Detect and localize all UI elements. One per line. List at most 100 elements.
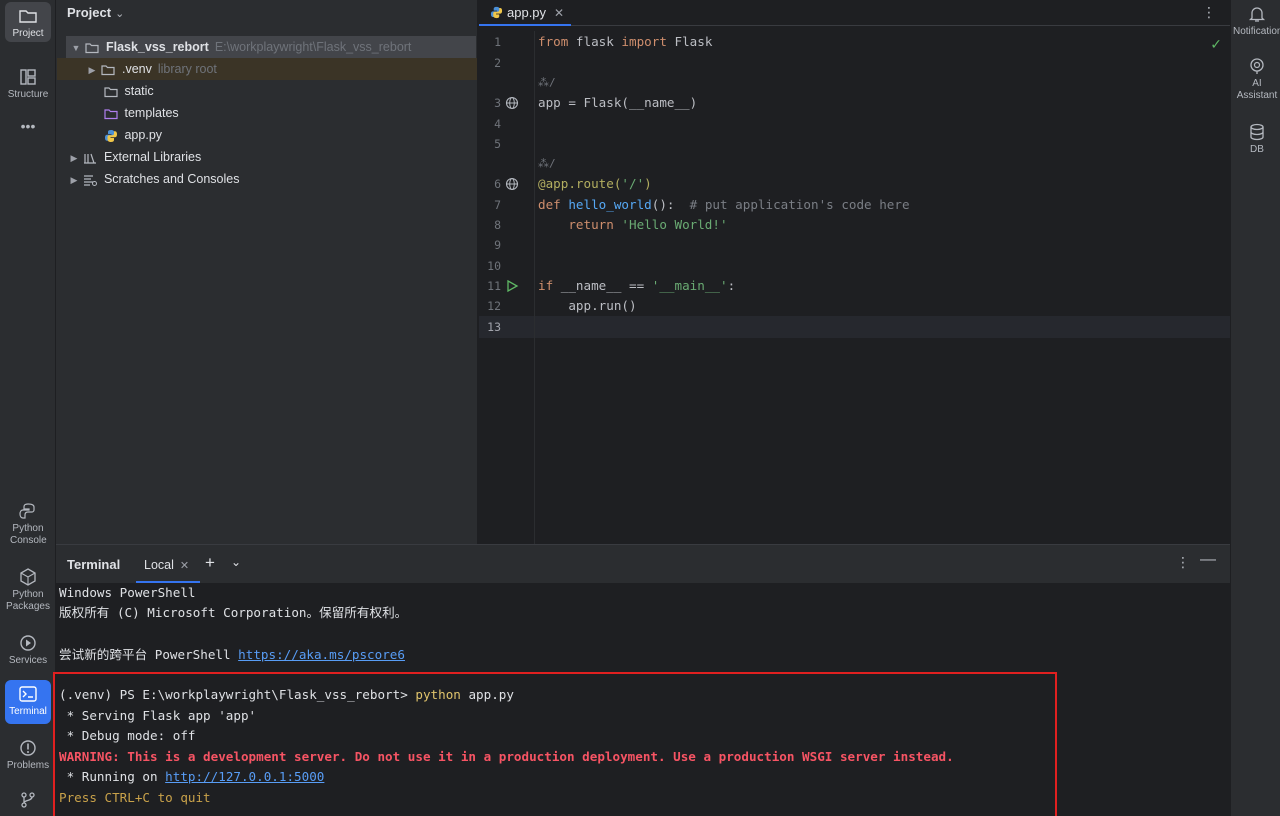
problems-icon <box>20 740 36 756</box>
libraries-icon <box>84 153 97 164</box>
terminal-header: Terminal Local ✕ + ⌄ ⋮ — <box>56 545 1230 583</box>
line-number: 12 <box>487 299 501 313</box>
services-tool-button[interactable]: Services <box>5 629 51 667</box>
line-number: 5 <box>494 137 501 151</box>
tree-item-static[interactable]: static <box>104 80 154 102</box>
add-icon[interactable]: + <box>205 553 215 573</box>
python-console-icon <box>19 503 35 519</box>
code-line-1: from flask import Flask <box>538 32 712 52</box>
line-number: 11 <box>487 279 501 293</box>
code-token: import <box>621 34 667 49</box>
code-editor: app.py ✕ ⋮ 1 2 3 4 5 6 7 8 9 10 11 12 13 … <box>479 0 1230 544</box>
expanded-arrow-icon[interactable]: ▼ <box>70 37 82 59</box>
code-token: '/' <box>621 176 645 191</box>
code-token: from <box>538 34 569 49</box>
chevron-down-icon[interactable]: ⌄ <box>231 555 241 569</box>
run-icon[interactable] <box>505 279 519 293</box>
terminal-output[interactable]: Windows PowerShell 版权所有 (C) Microsoft Co… <box>53 583 1230 816</box>
line-number: 2 <box>494 56 501 70</box>
code-token: __name__ == <box>560 278 652 293</box>
root-folder-path: E:\workplaywright\Flask_vss_rebort <box>214 40 412 54</box>
tree-item-app-py[interactable]: app.py <box>104 124 162 146</box>
globe-icon[interactable] <box>505 177 519 191</box>
ai-label-line2: Assistant <box>1236 90 1278 101</box>
current-line-highlight <box>479 316 1230 338</box>
app-py-file-name: app.py <box>124 128 163 142</box>
python-file-icon <box>105 129 117 142</box>
code-line-6: @app.route('/') <box>538 174 652 194</box>
usage-hint[interactable]: ⁂/ <box>538 76 556 89</box>
db-button[interactable]: DB <box>1233 122 1280 156</box>
tree-item-templates[interactable]: templates <box>104 102 179 124</box>
folder-icon <box>19 10 37 23</box>
packages-icon <box>20 568 36 586</box>
project-tool-label: Project <box>12 28 44 39</box>
minimize-icon[interactable]: — <box>1200 551 1216 569</box>
editor-tab-bar: app.py ✕ ⋮ <box>479 0 1230 26</box>
editor-gutter: 1 2 3 4 5 6 7 8 9 10 11 12 13 <box>479 31 535 544</box>
code-line-3: app = Flask(__name__) <box>538 95 698 110</box>
project-panel: Project ⌄ ▼ Flask_vss_rebort E:\workplaywr… <box>56 0 478 544</box>
project-panel-title[interactable]: Project ⌄ <box>67 5 124 20</box>
code-token: def <box>538 197 569 212</box>
right-tool-strip: Notifications AI Assistant DB <box>1230 0 1280 816</box>
venv-hint: library root <box>157 62 217 76</box>
more-tools-button[interactable]: ••• <box>5 116 51 138</box>
collapsed-arrow-icon[interactable]: ▶ <box>68 147 80 169</box>
python-packages-label: Python Packages <box>6 589 50 612</box>
tree-item-venv[interactable]: ▶ .venv library root <box>57 58 477 80</box>
code-line-7: def hello_world(): # put application's c… <box>538 195 910 215</box>
terminal-tab-local[interactable]: Local ✕ <box>136 549 200 583</box>
python-packages-tool-button[interactable]: Python Packages <box>5 563 51 613</box>
git-icon <box>21 792 35 808</box>
line-number: 7 <box>494 198 501 212</box>
line-number: 10 <box>487 259 501 273</box>
venv-folder-name: .venv <box>121 62 152 76</box>
code-token: hello_world <box>568 197 652 212</box>
code-token: if <box>538 278 561 293</box>
collapsed-arrow-icon[interactable]: ▶ <box>86 59 98 81</box>
bell-icon <box>1248 7 1266 22</box>
external-libraries-label: External Libraries <box>103 150 202 164</box>
code-token: @app.route( <box>538 176 622 191</box>
scratches-label: Scratches and Consoles <box>103 172 240 186</box>
structure-tool-button[interactable]: Structure <box>5 63 51 103</box>
close-icon[interactable]: ✕ <box>180 560 189 572</box>
tree-item-external-libraries[interactable]: ▶ External Libraries <box>68 146 202 169</box>
tab-app-py-label: app.py <box>507 5 547 20</box>
more-vertical-icon[interactable]: ⋮ <box>1176 554 1190 571</box>
static-folder-name: static <box>124 84 154 98</box>
terminal-tool-button[interactable]: Terminal <box>5 680 51 724</box>
close-icon[interactable]: ✕ <box>554 6 564 20</box>
project-tool-button[interactable]: Project <box>5 2 51 42</box>
more-vertical-icon[interactable]: ⋮ <box>1202 4 1216 21</box>
usage-hint[interactable]: ⁂/ <box>538 157 556 170</box>
git-tool-button[interactable] <box>5 786 51 814</box>
notifications-button[interactable]: Notifications <box>1233 4 1280 38</box>
folder-icon <box>85 43 100 53</box>
services-icon <box>20 635 36 651</box>
problems-tool-button[interactable]: Problems <box>5 734 51 772</box>
notifications-label: Notifications <box>1233 26 1280 37</box>
ai-icon <box>1250 58 1264 74</box>
db-label: DB <box>1250 144 1264 155</box>
collapsed-arrow-icon[interactable]: ▶ <box>68 169 80 191</box>
tree-item-root[interactable]: ▼ Flask_vss_rebort E:\workplaywright\Flas… <box>66 36 476 58</box>
tab-app-py[interactable]: app.py ✕ <box>479 0 571 26</box>
terminal-panel: Terminal Local ✕ + ⌄ ⋮ — Windows PowerShe… <box>53 544 1230 816</box>
code-token: flask <box>568 34 622 49</box>
annotation-highlight-box <box>53 672 1057 816</box>
folder-icon <box>104 87 118 97</box>
code-token: # put application's code here <box>689 197 910 212</box>
globe-icon[interactable] <box>505 96 519 110</box>
ai-assistant-button[interactable]: AI Assistant <box>1233 56 1280 102</box>
left-tool-strip: Project Structure ••• Python Console Pyt… <box>0 0 56 816</box>
line-number: 3 <box>494 96 501 110</box>
tree-item-scratches[interactable]: ▶ Scratches and Consoles <box>68 168 240 191</box>
templates-folder-icon <box>104 109 118 119</box>
scratches-icon <box>84 175 98 186</box>
code-token: : <box>727 278 736 293</box>
terminal-title: Terminal <box>67 557 121 572</box>
python-console-tool-button[interactable]: Python Console <box>5 497 51 547</box>
terminal-link[interactable]: https://aka.ms/pscore6 <box>238 647 405 662</box>
